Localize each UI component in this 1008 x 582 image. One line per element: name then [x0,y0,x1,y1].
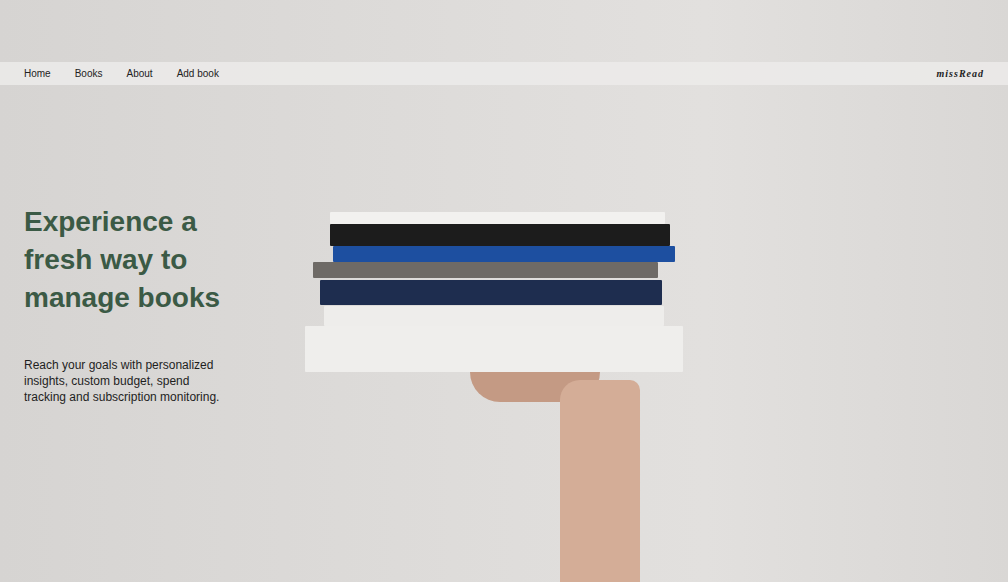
hero-title: Experience afresh way tomanage books [24,203,324,317]
title-line: Experience a [24,203,324,241]
title-line: manage books [24,279,324,317]
nav-link[interactable]: Home [24,68,51,79]
hero-text: Reach your goals with personalizedinsigh… [24,357,324,405]
nav-bar: Home Books About Add book missRead [0,62,1008,85]
text-line: insights, custom budget, spend [24,373,324,389]
nav-links: Home Books About Add book [24,68,243,79]
title-line: fresh way to [24,241,324,279]
text-line: Reach your goals with personalized [24,357,324,373]
text-line: tracking and subscription monitoring. [24,389,324,405]
nav-link[interactable]: Add book [177,68,219,79]
hero: Experience afresh way tomanage books Reac… [0,85,324,405]
top-strip [0,0,1008,62]
nav-link[interactable]: About [126,68,152,79]
nav-link[interactable]: Books [75,68,103,79]
logo[interactable]: missRead [937,68,984,79]
